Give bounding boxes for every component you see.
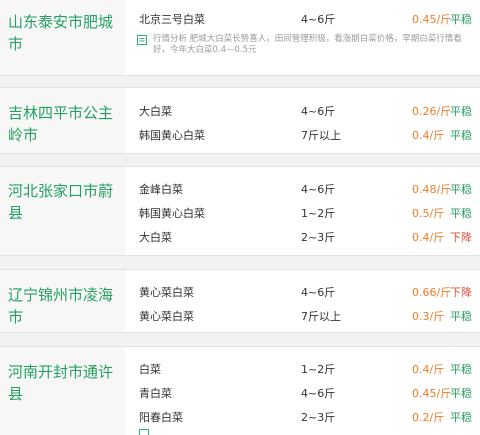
- price-row[interactable]: 北京三号白菜 4~6斤 0.45/斤 平稳: [125, 5, 480, 29]
- trend-status: 平稳: [450, 310, 472, 323]
- region-block: 辽宁锦州市凌海市 黄心菜白菜 4~6斤 0.66/斤 下降 黄心菜白菜 7斤以上…: [0, 269, 480, 333]
- unit-price: 0.4/斤: [412, 231, 445, 244]
- region-rows: 大白菜 4~6斤 0.26/斤 平稳 韩国黄心白菜 7斤以上 0.4/斤 平稳: [125, 88, 480, 153]
- size-spec: 4~6斤: [301, 13, 336, 26]
- region-block: 吉林四平市公主岭市 大白菜 4~6斤 0.26/斤 平稳 韩国黄心白菜 7斤以上…: [0, 87, 480, 154]
- trend-status: 平稳: [450, 363, 472, 376]
- region-name[interactable]: 河南开封市通许县: [0, 347, 125, 435]
- unit-price: 0.4/斤: [412, 129, 445, 142]
- variety-name: 北京三号白菜: [139, 13, 205, 26]
- unit-price: 0.66/斤: [412, 286, 452, 299]
- trend-status: 平稳: [450, 105, 472, 118]
- unit-price: 0.26/斤: [412, 105, 452, 118]
- unit-price: 0.4/斤: [412, 363, 445, 376]
- size-spec: 4~6斤: [301, 105, 336, 118]
- unit-price: 0.48/斤: [412, 183, 452, 196]
- price-list: 山东泰安市肥城市 北京三号白菜 4~6斤 0.45/斤 平稳 行情分析 肥城大白…: [0, 0, 480, 435]
- price-row[interactable]: 韩国黄心白菜 7斤以上 0.4/斤 平稳: [125, 121, 480, 145]
- unit-price: 0.45/斤: [412, 387, 452, 400]
- price-row[interactable]: 韩国黄心白菜 1~2斤 0.5/斤 平稳: [125, 199, 480, 223]
- price-row[interactable]: 黄心菜白菜 7斤以上 0.3/斤 平稳: [125, 302, 480, 326]
- variety-name: 黄心菜白菜: [139, 310, 194, 323]
- size-spec: 2~3斤: [301, 411, 336, 424]
- unit-price: 0.5/斤: [412, 207, 445, 220]
- size-spec: 7斤以上: [301, 129, 341, 142]
- variety-name: 黄心菜白菜: [139, 286, 194, 299]
- size-spec: 4~6斤: [301, 183, 336, 196]
- region-block: 山东泰安市肥城市 北京三号白菜 4~6斤 0.45/斤 平稳 行情分析 肥城大白…: [0, 0, 480, 76]
- unit-price: 0.45/斤: [412, 13, 452, 26]
- price-row[interactable]: 金峰白菜 4~6斤 0.48/斤 平稳: [125, 175, 480, 199]
- trend-status: 平稳: [450, 183, 472, 196]
- size-spec: 1~2斤: [301, 207, 336, 220]
- variety-name: 韩国黄心白菜: [139, 207, 205, 220]
- region-name[interactable]: 吉林四平市公主岭市: [0, 88, 125, 153]
- region-name[interactable]: 河北张家口市蔚县: [0, 167, 125, 255]
- trend-status: 平稳: [450, 129, 472, 142]
- trend-status: 下降: [450, 286, 472, 299]
- market-analysis-note: 行情分析 肥城大白菜长势喜人，田间管理积极，看涨期白菜价格，早期白菜行情看好，今…: [125, 29, 480, 59]
- trend-status: 平稳: [450, 207, 472, 220]
- variety-name: 大白菜: [139, 231, 172, 244]
- region-name[interactable]: 辽宁锦州市凌海市: [0, 270, 125, 332]
- region-rows: 黄心菜白菜 4~6斤 0.66/斤 下降 黄心菜白菜 7斤以上 0.3/斤 平稳: [125, 270, 480, 332]
- size-spec: 2~3斤: [301, 231, 336, 244]
- size-spec: 7斤以上: [301, 310, 341, 323]
- size-spec: 4~6斤: [301, 387, 336, 400]
- region-rows: 北京三号白菜 4~6斤 0.45/斤 平稳 行情分析 肥城大白菜长势喜人，田间管…: [125, 0, 480, 75]
- price-row[interactable]: 大白菜 2~3斤 0.4/斤 下降: [125, 223, 480, 247]
- price-row[interactable]: 大白菜 4~6斤 0.26/斤 平稳: [125, 97, 480, 121]
- price-row[interactable]: 青白菜 4~6斤 0.45/斤 平稳: [125, 379, 480, 403]
- region-block: 河北张家口市蔚县 金峰白菜 4~6斤 0.48/斤 平稳 韩国黄心白菜 1~2斤…: [0, 166, 480, 256]
- region-name[interactable]: 山东泰安市肥城市: [0, 0, 125, 75]
- region-rows: 金峰白菜 4~6斤 0.48/斤 平稳 韩国黄心白菜 1~2斤 0.5/斤 平稳…: [125, 167, 480, 255]
- size-spec: 4~6斤: [301, 286, 336, 299]
- trend-status: 平稳: [450, 13, 472, 26]
- region-rows: 白菜 1~2斤 0.4/斤 平稳 青白菜 4~6斤 0.45/斤 平稳 阳春白菜…: [125, 347, 480, 435]
- analysis-text: 行情分析 肥城大白菜长势喜人，田间管理积极，看涨期白菜价格，早期白菜行情看好，今…: [153, 34, 462, 55]
- unit-price: 0.3/斤: [412, 310, 445, 323]
- region-block: 河南开封市通许县 白菜 1~2斤 0.4/斤 平稳 青白菜 4~6斤 0.45/…: [0, 346, 480, 435]
- price-row[interactable]: 黄心菜白菜 4~6斤 0.66/斤 下降: [125, 278, 480, 302]
- partial-note-row: [125, 427, 480, 435]
- variety-name: 韩国黄心白菜: [139, 129, 205, 142]
- trend-status: 下降: [450, 231, 472, 244]
- analysis-note-icon: [137, 35, 147, 45]
- price-row[interactable]: 白菜 1~2斤 0.4/斤 平稳: [125, 355, 480, 379]
- variety-name: 青白菜: [139, 387, 172, 400]
- variety-name: 白菜: [139, 363, 161, 376]
- variety-name: 大白菜: [139, 105, 172, 118]
- trend-status: 平稳: [450, 411, 472, 424]
- analysis-note-icon: [139, 429, 149, 435]
- variety-name: 阳春白菜: [139, 411, 183, 424]
- size-spec: 1~2斤: [301, 363, 336, 376]
- unit-price: 0.2/斤: [412, 411, 445, 424]
- trend-status: 平稳: [450, 387, 472, 400]
- variety-name: 金峰白菜: [139, 183, 183, 196]
- price-row[interactable]: 阳春白菜 2~3斤 0.2/斤 平稳: [125, 403, 480, 427]
